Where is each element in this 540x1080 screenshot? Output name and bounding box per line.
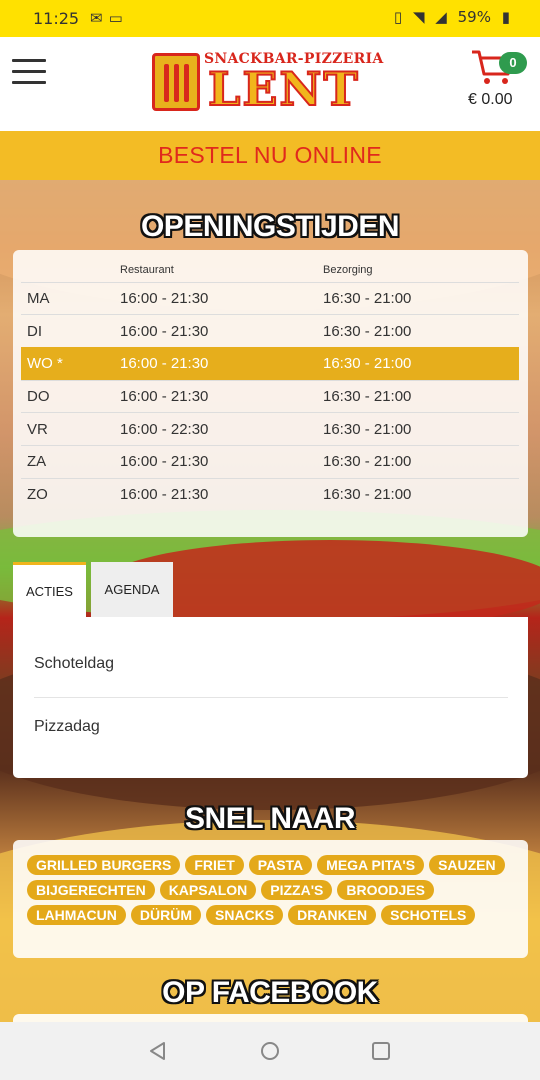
laptop-icon: ▭	[108, 9, 129, 27]
category-link[interactable]: SAUZEN	[429, 855, 505, 875]
day-cell: WO *	[21, 347, 120, 381]
recent-apps-icon[interactable]	[370, 1040, 392, 1062]
restaurant-hours-cell: 16:00 - 22:30	[120, 412, 323, 446]
restaurant-hours-cell: 16:00 - 21:30	[120, 477, 323, 511]
navigation-bar	[0, 1022, 540, 1080]
cart-total: € 0.00	[468, 91, 513, 108]
category-link[interactable]: KAPSALON	[159, 880, 257, 900]
tab-panel-acties: Schoteldag Pizzadag	[13, 617, 528, 778]
category-link[interactable]: BIJGERECHTEN	[27, 880, 155, 900]
wifi-icon: ◥	[412, 8, 425, 26]
category-link[interactable]: PASTA	[248, 855, 313, 875]
category-link[interactable]: PIZZA'S	[261, 880, 333, 900]
delivery-hours-cell: 16:30 - 21:00	[323, 412, 519, 446]
delivery-hours-cell: 16:30 - 21:00	[323, 347, 519, 381]
day-cell: MA	[21, 281, 120, 315]
quick-links-row: GRILLED BURGERS FRIET PASTA MEGA PITA'S …	[27, 855, 528, 880]
category-link[interactable]: GRILLED BURGERS	[27, 855, 181, 875]
category-link[interactable]: SNACKS	[206, 905, 284, 925]
mail-icon: ✉	[90, 9, 109, 27]
quick-links-panel: GRILLED BURGERS FRIET PASTA MEGA PITA'S …	[13, 840, 528, 958]
restaurant-hours-cell: 16:00 - 21:30	[120, 314, 323, 348]
battery-level: 59%	[457, 8, 491, 26]
quick-links-row: BIJGERECHTEN KAPSALON PIZZA'S BROODJES	[27, 880, 528, 905]
status-bar: 11:25 ✉▭ ▯ ◥ ◢ 59% ▮	[0, 0, 540, 37]
status-notification-icons: ✉▭	[90, 9, 129, 27]
signal-icon: ◢	[435, 8, 447, 26]
list-item-schoteldag[interactable]: Schoteldag	[34, 655, 508, 673]
order-online-button[interactable]: BESTEL NU ONLINE	[0, 131, 540, 180]
status-time: 11:25	[33, 9, 80, 28]
site-header: SNACKBAR-PIZZERIA LENT 0 € 0.00	[0, 37, 540, 131]
quick-links-row: LAHMACUN DÜRÜM SNACKS DRANKEN SCHOTELS	[27, 905, 528, 930]
opening-hours-table: Restaurant Bezorging MA 16:00 - 21:30 16…	[13, 250, 528, 537]
table-row: DO 16:00 - 21:30 16:30 - 21:00	[21, 379, 519, 413]
category-link[interactable]: BROODJES	[337, 880, 434, 900]
table-row-today: WO * 16:00 - 21:30 16:30 - 21:00	[21, 347, 519, 381]
back-icon[interactable]	[147, 1040, 169, 1062]
table-row: VR 16:00 - 22:30 16:30 - 21:00	[21, 412, 519, 446]
day-cell: DO	[21, 379, 120, 413]
logo[interactable]: SNACKBAR-PIZZERIA LENT	[152, 50, 390, 114]
delivery-hours-cell: 16:30 - 21:00	[323, 281, 519, 315]
tab-bar: ACTIES AGENDA	[13, 562, 528, 618]
utensils-icon	[152, 53, 200, 111]
table-row: ZA 16:00 - 21:30 16:30 - 21:00	[21, 444, 519, 479]
day-cell: ZA	[21, 444, 120, 479]
category-link[interactable]: MEGA PITA'S	[317, 855, 425, 875]
delivery-hours-cell: 16:30 - 21:00	[323, 477, 519, 511]
category-link[interactable]: DÜRÜM	[130, 905, 201, 925]
column-header-delivery: Bezorging	[323, 263, 373, 276]
table-header-row: Restaurant Bezorging	[21, 258, 519, 282]
table-row: DI 16:00 - 21:30 16:30 - 21:00	[21, 314, 519, 348]
table-row: MA 16:00 - 21:30 16:30 - 21:00	[21, 281, 519, 315]
category-link[interactable]: DRANKEN	[288, 905, 377, 925]
restaurant-hours-cell: 16:00 - 21:30	[120, 444, 323, 479]
status-right: ▯ ◥ ◢ 59% ▮	[388, 8, 510, 26]
tab-acties[interactable]: ACTIES	[13, 562, 86, 618]
tab-agenda[interactable]: AGENDA	[91, 562, 173, 618]
restaurant-hours-cell: 16:00 - 21:30	[120, 379, 323, 413]
day-cell: DI	[21, 314, 120, 348]
opening-hours-title: OPENINGSTIJDEN	[140, 210, 400, 243]
list-item-pizzadag[interactable]: Pizzadag	[34, 718, 508, 736]
cart-count-badge: 0	[499, 52, 527, 74]
day-cell: ZO	[21, 477, 120, 511]
menu-icon[interactable]	[12, 59, 46, 85]
quick-links-title: SNEL NAAR	[185, 802, 355, 835]
column-header-restaurant: Restaurant	[120, 263, 174, 276]
divider	[34, 697, 508, 698]
column-header-day	[21, 258, 120, 282]
category-link[interactable]: LAHMACUN	[27, 905, 126, 925]
delivery-hours-cell: 16:30 - 21:00	[323, 444, 519, 479]
home-icon[interactable]	[259, 1040, 281, 1062]
day-cell: VR	[21, 412, 120, 446]
battery-icon: ▮	[501, 8, 510, 26]
vibrate-icon: ▯	[393, 8, 403, 26]
facebook-title: OP FACEBOOK	[162, 976, 378, 1009]
logo-title: LENT	[207, 62, 360, 116]
category-link[interactable]: SCHOTELS	[381, 905, 476, 925]
delivery-hours-cell: 16:30 - 21:00	[323, 379, 519, 413]
category-link[interactable]: FRIET	[185, 855, 244, 875]
restaurant-hours-cell: 16:00 - 21:30	[120, 347, 323, 381]
cart-button[interactable]: 0 € 0.00	[466, 46, 532, 108]
restaurant-hours-cell: 16:00 - 21:30	[120, 281, 323, 315]
table-row: ZO 16:00 - 21:30 16:30 - 21:00	[21, 477, 519, 511]
delivery-hours-cell: 16:30 - 21:00	[323, 314, 519, 348]
